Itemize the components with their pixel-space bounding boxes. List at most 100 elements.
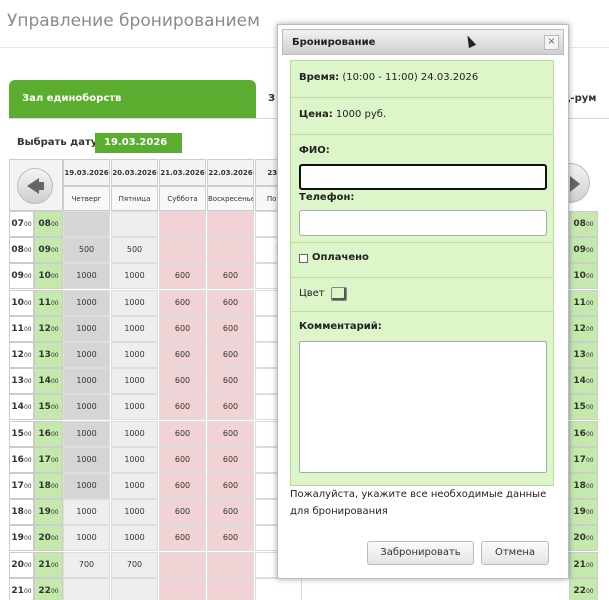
row-end-time-right: 1100	[569, 290, 598, 316]
schedule-slot[interactable]: 1000	[63, 447, 110, 473]
row-start-time: 2100	[9, 578, 34, 600]
schedule-slot[interactable]: 1000	[111, 499, 158, 525]
schedule-slot[interactable]: 1000	[111, 368, 158, 394]
booking-dialog-header[interactable]: Бронирование ×	[282, 29, 564, 55]
schedule-slot[interactable]: 600	[159, 473, 206, 499]
schedule-slot[interactable]	[207, 552, 254, 578]
schedule-slot[interactable]: 1000	[111, 447, 158, 473]
schedule-slot[interactable]: 600	[159, 316, 206, 342]
schedule-slot[interactable]: 600	[207, 368, 254, 394]
schedule-slot[interactable]: 600	[207, 525, 254, 551]
cancel-button[interactable]: Отмена	[481, 541, 549, 565]
row-start-time: 1500	[9, 421, 34, 447]
schedule-slot[interactable]	[159, 211, 206, 237]
time-label: Время:	[299, 72, 340, 83]
row-start-time: 1100	[9, 316, 34, 342]
fio-input[interactable]	[299, 164, 547, 190]
schedule-slot[interactable]: 1000	[63, 394, 110, 420]
schedule-slot[interactable]: 1000	[63, 421, 110, 447]
schedule-slot[interactable]: 600	[207, 447, 254, 473]
schedule-slot[interactable]: 600	[159, 447, 206, 473]
arrow-right-icon[interactable]	[566, 163, 590, 203]
schedule-slot[interactable]: 600	[207, 499, 254, 525]
schedule-slot[interactable]: 1000	[111, 394, 158, 420]
schedule-slot[interactable]: 1000	[63, 263, 110, 289]
arrow-left-icon[interactable]	[17, 168, 53, 204]
schedule-slot[interactable]: 500	[63, 237, 110, 263]
schedule-slot[interactable]	[207, 578, 254, 600]
schedule-slot[interactable]	[207, 237, 254, 263]
phone-input[interactable]	[299, 210, 547, 236]
column-date-header: 20.03.2026	[111, 159, 158, 186]
form-divider	[291, 311, 553, 312]
column-day-header: Четверг	[63, 186, 110, 211]
schedule-slot[interactable]: 1000	[111, 473, 158, 499]
schedule-slot[interactable]: 1000	[63, 473, 110, 499]
schedule-slot[interactable]: 600	[207, 290, 254, 316]
form-divider	[291, 277, 553, 278]
schedule-slot[interactable]	[111, 211, 158, 237]
schedule-slot[interactable]: 600	[159, 499, 206, 525]
schedule-slot[interactable]: 600	[159, 368, 206, 394]
schedule-slot[interactable]: 1000	[111, 525, 158, 551]
schedule-slot[interactable]: 600	[207, 473, 254, 499]
row-end-time: 1700	[34, 447, 63, 473]
help-message: Пожалуйста, укажите все необходимые данн…	[290, 489, 547, 517]
schedule-slot[interactable]: 600	[207, 421, 254, 447]
schedule-slot[interactable]: 1000	[111, 316, 158, 342]
row-end-time-right: 1200	[569, 316, 598, 342]
schedule-slot[interactable]: 1000	[63, 290, 110, 316]
color-picker[interactable]	[331, 287, 347, 301]
schedule-slot[interactable]: 600	[159, 525, 206, 551]
booking-dialog-title: Бронирование	[292, 37, 376, 48]
schedule-slot[interactable]: 1000	[111, 263, 158, 289]
close-icon[interactable]: ×	[544, 35, 559, 50]
schedule-slot[interactable]: 1000	[63, 342, 110, 368]
schedule-slot[interactable]	[63, 211, 110, 237]
schedule-slot[interactable]: 1000	[63, 316, 110, 342]
row-start-time: 1200	[9, 342, 34, 368]
column-date-header: 19.03.2026	[63, 159, 110, 186]
schedule-slot[interactable]: 600	[207, 263, 254, 289]
row-end-time-right: 1500	[569, 394, 598, 420]
schedule-slot[interactable]	[255, 578, 302, 600]
schedule-slot[interactable]: 700	[111, 552, 158, 578]
schedule-slot[interactable]: 1000	[111, 290, 158, 316]
schedule-slot[interactable]	[111, 578, 158, 600]
schedule-slot[interactable]: 600	[207, 316, 254, 342]
row-start-time: 2000	[9, 552, 34, 578]
schedule-slot[interactable]: 1000	[111, 421, 158, 447]
schedule-slot[interactable]: 1000	[63, 525, 110, 551]
tab-martial-arts-hall[interactable]: Зал единоборств	[9, 80, 256, 118]
schedule-slot[interactable]: 1000	[63, 499, 110, 525]
booking-form: Время: (10:00 - 11:00) 24.03.2026 Цена: …	[290, 60, 554, 486]
schedule-slot[interactable]: 1000	[63, 368, 110, 394]
row-end-time: 1000	[34, 263, 63, 289]
paid-checkbox[interactable]	[299, 254, 308, 263]
row-start-time: 1600	[9, 447, 34, 473]
schedule-slot[interactable]	[159, 237, 206, 263]
schedule-slot[interactable]: 700	[63, 552, 110, 578]
schedule-slot[interactable]: 600	[159, 263, 206, 289]
row-start-time: 0700	[9, 211, 34, 237]
schedule-slot[interactable]	[63, 578, 110, 600]
page-title: Управление бронированием	[7, 11, 260, 31]
schedule-slot[interactable]	[207, 211, 254, 237]
date-picker-input[interactable]: 19.03.2026	[95, 133, 182, 153]
schedule-slot[interactable]	[159, 578, 206, 600]
schedule-slot[interactable]: 600	[159, 342, 206, 368]
column-day-header: Суббота	[159, 186, 206, 211]
row-end-time-right: 1000	[569, 263, 598, 289]
schedule-slot[interactable]: 600	[159, 421, 206, 447]
schedule-slot[interactable]: 600	[207, 394, 254, 420]
schedule-slot[interactable]: 600	[159, 394, 206, 420]
schedule-slot[interactable]	[159, 552, 206, 578]
schedule-slot[interactable]: 500	[111, 237, 158, 263]
schedule-slot[interactable]: 600	[159, 290, 206, 316]
row-start-time: 1300	[9, 368, 34, 394]
schedule-slot[interactable]: 1000	[111, 342, 158, 368]
row-end-time: 2200	[34, 578, 63, 600]
schedule-slot[interactable]: 600	[207, 342, 254, 368]
comment-textarea[interactable]	[299, 341, 547, 473]
book-button[interactable]: Забронировать	[367, 541, 474, 565]
